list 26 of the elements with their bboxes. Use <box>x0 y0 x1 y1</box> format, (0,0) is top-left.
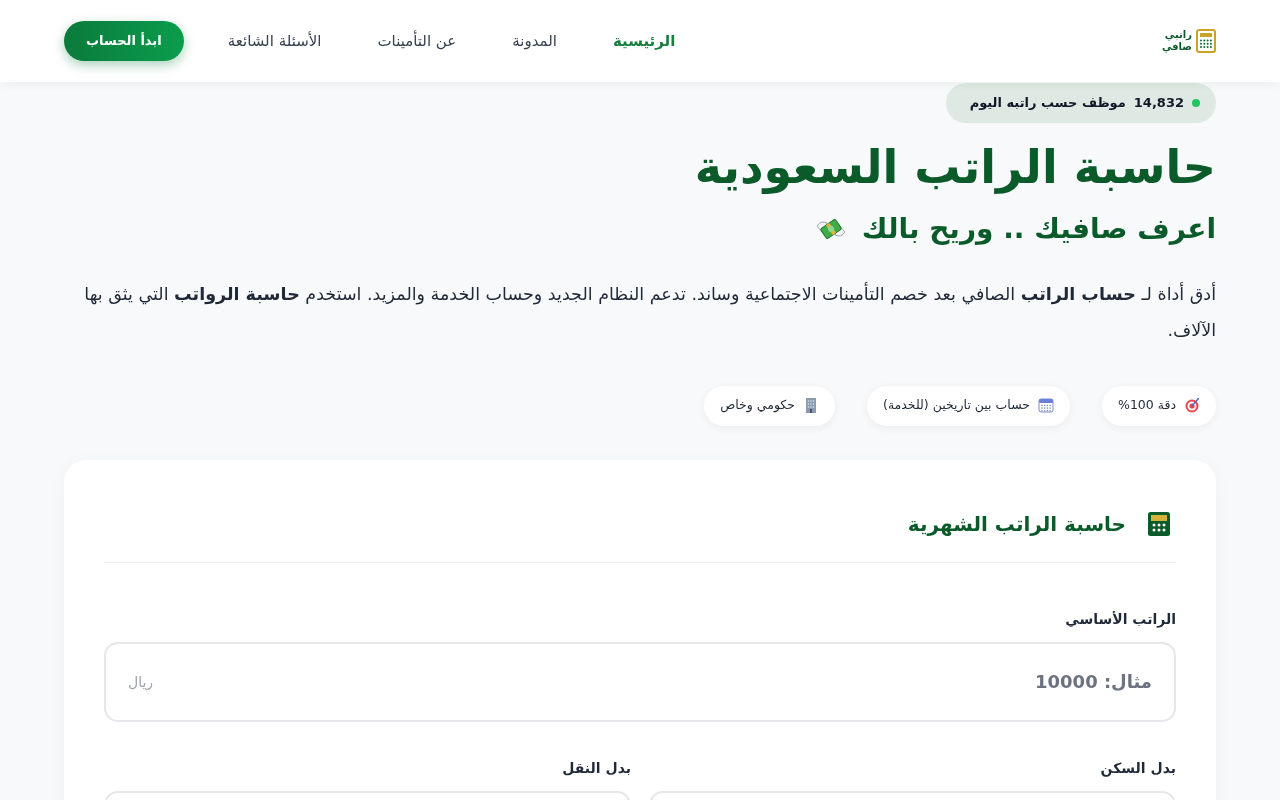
logo-text: صافي <box>1161 41 1192 53</box>
nav-link[interactable]: عن التأمينات <box>377 29 457 53</box>
calendar-icon <box>1038 397 1055 415</box>
counter-label: موظف حسب راتبه اليوم <box>969 94 1126 113</box>
feature-label: حساب بين تاريخين (للخدمة) <box>883 396 1031 415</box>
nav-link[interactable]: الرئيسية <box>612 29 676 53</box>
field-label: بدل النقل <box>561 758 631 778</box>
field-label: بدل السكن <box>1099 758 1176 779</box>
page-title: حاسبة الراتب السعودية <box>693 140 1216 196</box>
status-dot-icon <box>1192 99 1200 107</box>
counter-value: 14,832 <box>1133 94 1184 113</box>
description-text: أدق أداة لـ حساب الراتب الصافي بعد خصم التأمينات الاجتماعية وساند. تدعم النظام الجديد وحساب الخدمة والمزيد. استخدم حاسبة الرواتب التي يثق بها الآلاف. <box>83 281 1216 342</box>
feature-label: حكومي وخاص <box>720 396 795 415</box>
field-label: الراتب الأساسي <box>1064 609 1176 630</box>
start-button[interactable]: ابدأ الحساب <box>64 21 184 61</box>
currency-unit: ريال <box>128 672 154 693</box>
target-icon <box>1184 397 1200 415</box>
calculator-logo-icon <box>1196 29 1216 53</box>
page-subtitle: اعرف صافيك .. وريح بالك <box>861 211 1216 248</box>
nav-link[interactable]: المدونة <box>512 29 557 53</box>
calculator-icon <box>1148 511 1170 536</box>
card-title: حاسبة الراتب الشهرية <box>907 511 1126 536</box>
feature-label: دقة 100% <box>1118 396 1176 415</box>
building-icon <box>803 397 819 415</box>
logo-text: راتبي <box>1163 29 1192 41</box>
nav-link[interactable]: الأسئلة الشائعة <box>227 29 322 53</box>
